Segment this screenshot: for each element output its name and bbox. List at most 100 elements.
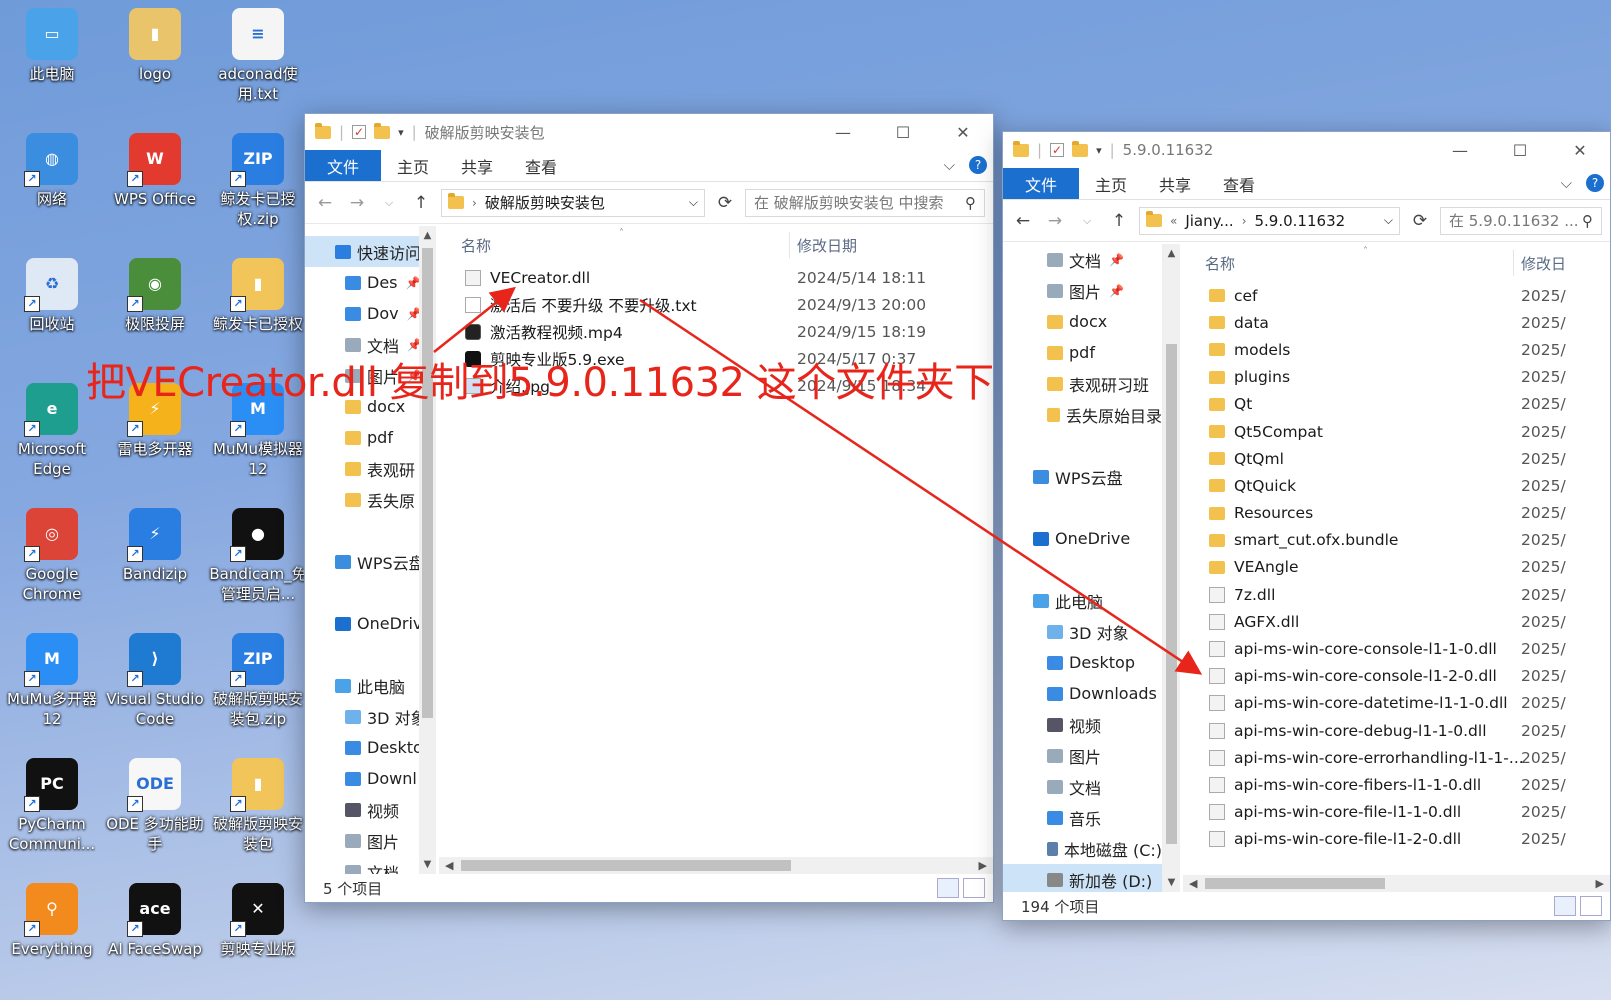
column-name[interactable]: 名称 xyxy=(1205,253,1235,274)
desktop-icon-logo[interactable]: ▮ logo xyxy=(105,8,205,84)
scroll-right-icon[interactable]: ▶ xyxy=(979,857,987,874)
nav-item-pdf[interactable]: pdf xyxy=(305,422,434,453)
file-row[interactable]: plugins 2025/ xyxy=(1209,364,1610,391)
new-folder-icon[interactable] xyxy=(374,122,391,139)
file-row[interactable]: smart_cut.ofx.bundle 2025/ xyxy=(1209,527,1610,554)
column-divider[interactable] xyxy=(1513,250,1514,276)
nav-item-3d-对象[interactable]: 3D 对象 xyxy=(1003,616,1162,647)
nav-item-图片[interactable]: 图片 xyxy=(305,825,434,856)
desktop-icon-mumu多开器12[interactable]: M ↗ MuMu多开器12 xyxy=(2,633,102,729)
tab-share[interactable]: 共享 xyxy=(445,150,509,181)
column-date[interactable]: 修改日期 xyxy=(797,235,857,256)
tab-file[interactable]: 文件 xyxy=(305,150,382,181)
properties-icon[interactable]: ✓ xyxy=(1050,143,1065,157)
desktop-icon-网络[interactable]: ◍ ↗ 网络 xyxy=(2,133,102,209)
scroll-thumb[interactable] xyxy=(461,860,791,871)
help-icon[interactable]: ? xyxy=(969,156,987,174)
scroll-thumb[interactable] xyxy=(1205,878,1385,889)
desktop-icon-破解版剪映安装包[interactable]: ▮ ↗ 破解版剪映安装包 xyxy=(208,758,308,854)
file-row[interactable]: VEAngle 2025/ xyxy=(1209,554,1610,581)
chevron-down-icon[interactable]: ▾ xyxy=(1096,144,1102,157)
nav-item-文档[interactable]: 文档 📌 xyxy=(1003,244,1162,275)
desktop-icon-ode-多功能助手[interactable]: ODE ↗ ODE 多功能助手 xyxy=(105,758,205,854)
desktop-icon-adconad使用-txt[interactable]: ≡ adconad使用.txt xyxy=(208,8,308,104)
address-input[interactable]: › 破解版剪映安装包 ⌵ xyxy=(441,188,705,217)
scroll-thumb[interactable] xyxy=(1166,344,1177,844)
file-row[interactable]: QtQml 2025/ xyxy=(1209,445,1610,472)
desktop-icon-everything[interactable]: ⚲ ↗ Everything xyxy=(2,883,102,959)
scroll-down-icon[interactable]: ▼ xyxy=(1163,877,1180,888)
search-input[interactable]: 在 5.9.0.11632 ... ⚲ xyxy=(1440,206,1602,235)
nav-item-视频[interactable]: 视频 xyxy=(305,794,434,825)
nav-item-此电脑[interactable]: 此电脑 xyxy=(1003,585,1162,616)
title-bar[interactable]: | ✓ ▾ | 5.9.0.11632 — ☐ ✕ xyxy=(1003,132,1610,168)
nav-item-文档[interactable]: 文档 xyxy=(305,856,434,874)
file-row[interactable]: api-ms-win-core-console-l1-2-0.dll 2025/ xyxy=(1209,663,1610,690)
desktop-icon-pycharm-communi[interactable]: PC ↗ PyCharm Communi... xyxy=(2,758,102,854)
desktop-icon-visual-studio-code[interactable]: ⟩ ↗ Visual Studio Code xyxy=(105,633,205,729)
nav-item-文档[interactable]: 文档 xyxy=(1003,771,1162,802)
file-row[interactable]: Qt 2025/ xyxy=(1209,391,1610,418)
desktop-icon-ai-faceswap[interactable]: ace ↗ AI FaceSwap xyxy=(105,883,205,959)
nav-item-desktop[interactable]: Desktop xyxy=(1003,647,1162,678)
desktop-icon-回收站[interactable]: ♻ ↗ 回收站 xyxy=(2,258,102,334)
scroll-down-icon[interactable]: ▼ xyxy=(419,859,436,870)
title-bar[interactable]: | ✓ ▾ | 破解版剪映安装包 — ☐ ✕ xyxy=(305,114,993,150)
tab-home[interactable]: 主页 xyxy=(381,150,445,181)
scroll-left-icon[interactable]: ◀ xyxy=(445,857,453,874)
navigation-pane[interactable]: 文档 📌 图片 📌 docx pdf 表观研习班 丢失原始目录 WPS云盘 OneDrive 此电脑… xyxy=(1003,244,1163,892)
file-row[interactable]: api-ms-win-core-console-l1-1-0.dll 2025/ xyxy=(1209,635,1610,662)
minimize-button[interactable]: — xyxy=(1430,141,1490,160)
file-row[interactable]: api-ms-win-core-errorhandling-l1-1-... 20… xyxy=(1209,744,1610,771)
close-button[interactable]: ✕ xyxy=(933,123,993,142)
desktop-icon-bandicam-免管理员启[interactable]: ● ↗ Bandicam_免管理员启... xyxy=(208,508,308,604)
file-row[interactable]: 激活后 不要升级 不要升级.txt 2024/9/13 20:00 xyxy=(465,291,993,318)
expand-ribbon-icon[interactable]: ⌵ xyxy=(1561,174,1572,192)
scroll-right-icon[interactable]: ▶ xyxy=(1596,875,1604,892)
back-arrow-icon[interactable]: ← xyxy=(313,193,337,213)
large-icons-view-button[interactable] xyxy=(963,878,985,898)
file-list[interactable]: 名称 ˄ 修改日期 VECreator.dll 2024/5/14 18:11 激活… xyxy=(439,226,993,874)
minimize-button[interactable]: — xyxy=(813,123,873,142)
search-input[interactable]: 在 破解版剪映安装包 中搜索 ⚲ xyxy=(745,188,985,217)
forward-arrow-icon[interactable]: → xyxy=(1043,211,1067,231)
tab-share[interactable]: 共享 xyxy=(1143,168,1207,199)
horizontal-scrollbar[interactable]: ◀ ▶ xyxy=(1183,875,1610,892)
nav-item-视频[interactable]: 视频 xyxy=(1003,709,1162,740)
up-arrow-icon[interactable]: ↑ xyxy=(1107,211,1131,231)
nav-item-downl[interactable]: Downl xyxy=(305,763,434,794)
nav-item-图片[interactable]: 图片 xyxy=(1003,740,1162,771)
tab-view[interactable]: 查看 xyxy=(509,150,573,181)
nav-scrollbar[interactable]: ▲ ▼ xyxy=(1163,244,1180,892)
recent-chevron-icon[interactable]: ⌵ xyxy=(377,196,401,210)
maximize-button[interactable]: ☐ xyxy=(873,123,933,142)
overflow-icon[interactable]: « xyxy=(1170,214,1177,228)
column-name[interactable]: 名称 xyxy=(461,235,491,256)
file-row[interactable]: api-ms-win-core-file-l1-1-0.dll 2025/ xyxy=(1209,799,1610,826)
nav-item-des[interactable]: Des 📌 xyxy=(305,267,434,298)
desktop-icon-google-chrome[interactable]: ◎ ↗ Google Chrome xyxy=(2,508,102,604)
explorer-window-target[interactable]: | ✓ ▾ | 5.9.0.11632 — ☐ ✕ 文件 主页 共享 查看 ⌵ … xyxy=(1002,131,1611,921)
new-folder-icon[interactable] xyxy=(1072,140,1089,157)
expand-ribbon-icon[interactable]: ⌵ xyxy=(944,156,955,174)
nav-item-pdf[interactable]: pdf xyxy=(1003,337,1162,368)
tab-view[interactable]: 查看 xyxy=(1207,168,1271,199)
scroll-thumb[interactable] xyxy=(422,248,433,718)
file-row[interactable]: api-ms-win-core-fibers-l1-1-0.dll 2025/ xyxy=(1209,771,1610,798)
file-row[interactable]: data 2025/ xyxy=(1209,309,1610,336)
properties-icon[interactable]: ✓ xyxy=(352,125,367,139)
file-row[interactable]: api-ms-win-core-debug-l1-1-0.dll 2025/ xyxy=(1209,717,1610,744)
file-row[interactable]: models 2025/ xyxy=(1209,336,1610,363)
nav-item-本地磁盘-c[interactable]: 本地磁盘 (C:) xyxy=(1003,833,1162,864)
help-icon[interactable]: ? xyxy=(1586,174,1604,192)
details-view-button[interactable] xyxy=(937,878,959,898)
recent-chevron-icon[interactable]: ⌵ xyxy=(1075,214,1099,228)
nav-item-此电脑[interactable]: 此电脑 xyxy=(305,670,434,701)
up-arrow-icon[interactable]: ↑ xyxy=(409,193,433,213)
desktop-icon-此电脑[interactable]: ▭ 此电脑 xyxy=(2,8,102,84)
scroll-up-icon[interactable]: ▲ xyxy=(419,230,436,241)
file-row[interactable]: AGFX.dll 2025/ xyxy=(1209,608,1610,635)
nav-item-wps云盘[interactable]: WPS云盘 xyxy=(1003,461,1162,492)
tab-home[interactable]: 主页 xyxy=(1079,168,1143,199)
nav-item-新加卷-d[interactable]: 新加卷 (D:) xyxy=(1003,864,1162,892)
